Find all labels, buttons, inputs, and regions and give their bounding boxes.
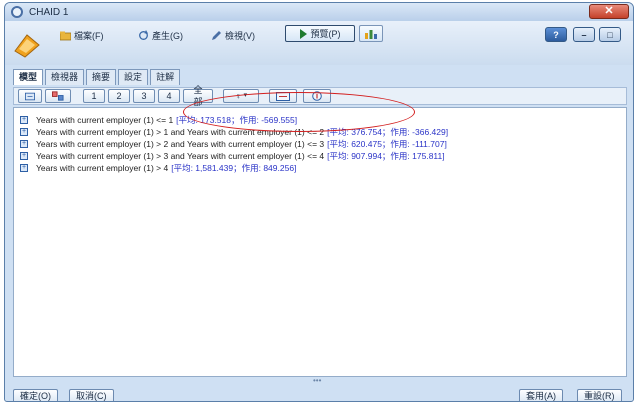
preview-button[interactable]: 預覽(P) [285, 25, 355, 42]
tab-annotations[interactable]: 註解 [150, 69, 181, 85]
maximize-button[interactable]: □ [599, 27, 621, 42]
tab-settings[interactable]: 設定 [118, 69, 149, 85]
rule-stats: [平均: 907.994；作用: 175.811] [327, 150, 445, 161]
expand-all-button[interactable] [45, 89, 71, 103]
resize-grip[interactable]: ••• [313, 376, 321, 385]
rule-row[interactable]: + Years with current employer (1) > 2 an… [20, 138, 447, 149]
chart-icon [365, 30, 377, 39]
ok-button[interactable]: 確定(O) [13, 389, 58, 401]
menu-view[interactable]: 檢視(V) [208, 27, 258, 43]
help-icon: ? [553, 29, 559, 40]
annotation-highlight-ellipse [183, 92, 415, 132]
tab-bar: 模型 檢視器 摘要 設定 註解 [13, 69, 182, 85]
app-title-icon [11, 6, 23, 18]
cancel-button[interactable]: 取消(C) [69, 389, 114, 401]
apply-button[interactable]: 套用(A) [519, 389, 563, 401]
expand-icon[interactable]: + [20, 151, 28, 160]
rule-condition: Years with current employer (1) > 3 and … [36, 150, 325, 161]
tab-model[interactable]: 模型 [13, 69, 44, 85]
menu-view-label: 檢視(V) [225, 30, 255, 41]
level-2-button[interactable]: 2 [108, 89, 130, 103]
expand-icon[interactable]: + [20, 115, 28, 124]
chaid-window: CHAID 1 ✕ 檔案(F) 產生(G) 檢視(V) 預覽(P) ? – □ [4, 2, 634, 402]
help-button[interactable]: ? [545, 27, 567, 42]
title-bar[interactable]: CHAID 1 ✕ [5, 3, 633, 21]
expand-icon[interactable]: + [20, 163, 28, 172]
close-button[interactable]: ✕ [589, 4, 629, 19]
close-icon: ✕ [604, 5, 614, 17]
rules-panel[interactable]: + Years with current employer (1) <= 1 [… [13, 107, 627, 377]
rule-condition: Years with current employer (1) > 4 [36, 162, 169, 173]
window-title: CHAID 1 [29, 6, 69, 18]
play-icon [299, 28, 307, 39]
collapse-icon [25, 92, 35, 100]
expand-tree-icon [52, 91, 64, 101]
menu-file-label: 檔案(F) [74, 30, 104, 41]
rule-row[interactable]: + Years with current employer (1) > 4 [平… [20, 162, 296, 173]
rule-row[interactable]: + Years with current employer (1) > 3 an… [20, 150, 445, 161]
level-3-button[interactable]: 3 [133, 89, 155, 103]
menu-generate-label: 產生(G) [152, 30, 183, 41]
level-4-button[interactable]: 4 [158, 89, 180, 103]
folder-icon [60, 31, 71, 40]
refresh-icon [139, 29, 148, 40]
tab-viewer[interactable]: 檢視器 [45, 69, 85, 85]
tab-summary[interactable]: 摘要 [86, 69, 117, 85]
maximize-icon: □ [607, 29, 613, 40]
chaid-logo-icon [14, 34, 40, 58]
chart-button[interactable] [359, 25, 383, 42]
minimize-button[interactable]: – [573, 27, 595, 42]
menu-bar: 檔案(F) 產生(G) 檢視(V) 預覽(P) ? – □ [5, 21, 633, 65]
preview-button-label: 預覽(P) [310, 29, 341, 39]
minimize-icon: – [581, 29, 587, 40]
menu-file[interactable]: 檔案(F) [57, 27, 107, 43]
rule-stats: [平均: 1,581.439；作用: 849.256] [171, 162, 297, 173]
level-1-button[interactable]: 1 [83, 89, 105, 103]
collapse-all-button[interactable] [18, 89, 42, 103]
expand-icon[interactable]: + [20, 127, 28, 136]
pencil-icon [212, 30, 221, 40]
reset-button[interactable]: 重設(R) [577, 389, 622, 401]
rule-condition: Years with current employer (1) <= 1 [36, 114, 174, 125]
rule-condition: Years with current employer (1) > 2 and … [36, 138, 325, 149]
menu-generate[interactable]: 產生(G) [135, 27, 186, 43]
rule-stats: [平均: 620.475；作用: -111.707] [327, 138, 447, 149]
expand-icon[interactable]: + [20, 139, 28, 148]
